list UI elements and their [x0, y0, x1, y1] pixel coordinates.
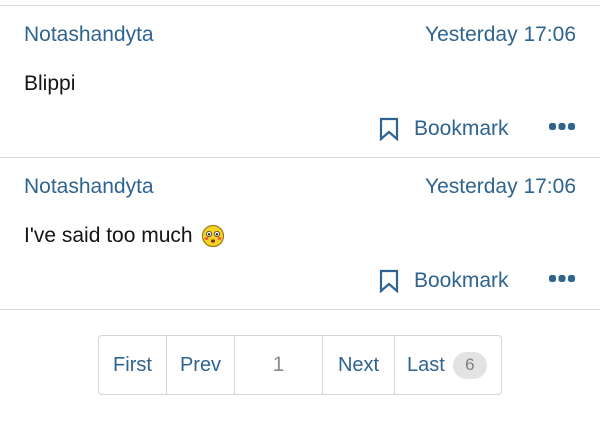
post-item: Notashandyta Yesterday 17:06 Blippi Book…	[0, 6, 600, 158]
post-timestamp[interactable]: Yesterday 17:06	[425, 23, 576, 47]
post-message: I've said too much	[24, 224, 225, 248]
post-message-text: Blippi	[24, 72, 76, 95]
post-username[interactable]: Notashandyta	[24, 175, 154, 199]
post-message-text: I've said too much	[24, 224, 193, 247]
current-page: 1	[235, 336, 323, 394]
post-username[interactable]: Notashandyta	[24, 23, 154, 47]
post-timestamp[interactable]: Yesterday 17:06	[425, 175, 576, 199]
bookmark-button[interactable]: Bookmark	[378, 266, 509, 296]
bookmark-label: Bookmark	[414, 117, 509, 140]
ellipsis-icon	[549, 123, 575, 130]
last-page-button[interactable]: Last 6	[395, 336, 501, 394]
bookmark-icon	[378, 269, 400, 294]
next-page-button[interactable]: Next	[323, 336, 395, 394]
first-page-button[interactable]: First	[99, 336, 167, 394]
post-message: Blippi	[24, 72, 75, 96]
ellipsis-icon	[549, 275, 575, 282]
last-page-label: Last	[407, 353, 445, 376]
more-options-button[interactable]	[548, 120, 576, 132]
bookmark-label: Bookmark	[414, 269, 509, 292]
bookmark-icon	[378, 117, 400, 142]
more-options-button[interactable]	[548, 272, 576, 284]
bookmark-button[interactable]: Bookmark	[378, 114, 509, 144]
post-item: Notashandyta Yesterday 17:06 I've said t…	[0, 158, 600, 310]
pagination: First Prev 1 Next Last 6	[98, 335, 502, 395]
prev-page-button[interactable]: Prev	[167, 336, 235, 394]
flushed-face-icon	[201, 224, 225, 248]
total-pages-badge: 6	[452, 351, 487, 379]
